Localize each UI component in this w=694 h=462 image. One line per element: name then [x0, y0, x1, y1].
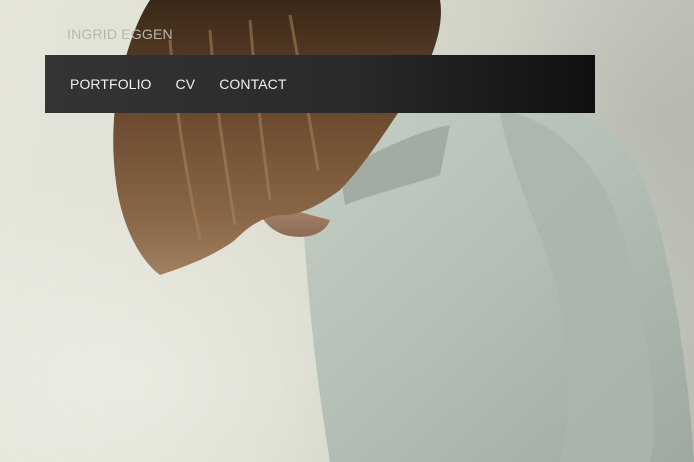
page: INGRID EGGEN PORTFOLIO CV CONTACT [0, 0, 694, 462]
nav-item-cv[interactable]: CV [176, 76, 196, 92]
nav-item-contact[interactable]: CONTACT [219, 76, 286, 92]
main-nav: PORTFOLIO CV CONTACT [45, 55, 595, 113]
nav-item-portfolio[interactable]: PORTFOLIO [70, 76, 152, 92]
site-title[interactable]: INGRID EGGEN [67, 26, 173, 42]
